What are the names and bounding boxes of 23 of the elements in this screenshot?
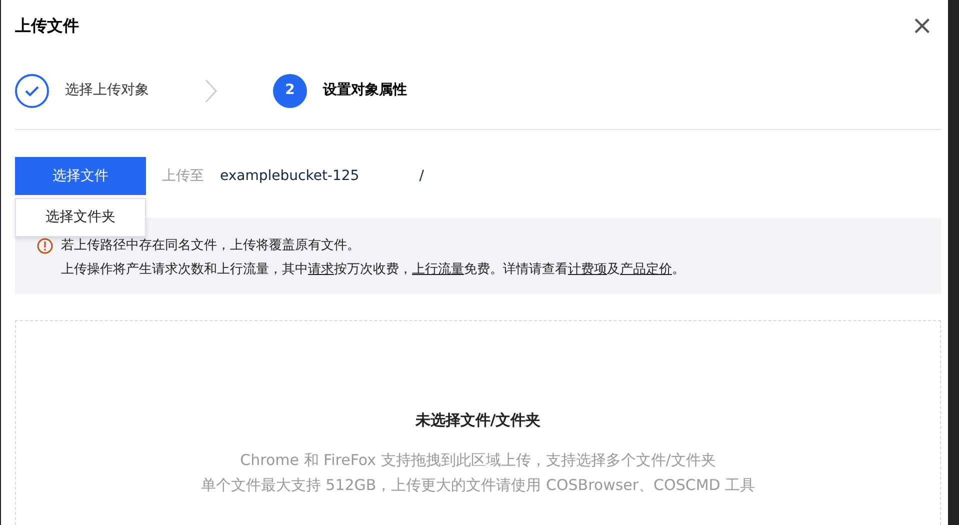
bucket-name: examplebucket-125 bbox=[220, 166, 360, 186]
notice-text: 上传操作将产生请求次数和上行流量，其中请求按万次收费，上行流量免费。详情请查看计费项及产品定价。 bbox=[61, 261, 685, 279]
link[interactable]: 计费项 bbox=[568, 262, 607, 277]
step-label: 设置对象属性 bbox=[323, 81, 407, 100]
dropzone-title: 未选择文件/文件夹 bbox=[414, 410, 542, 431]
step-label: 选择上传对象 bbox=[65, 81, 149, 100]
path-slash: / bbox=[419, 166, 424, 186]
dialog-title: 上传文件 bbox=[15, 15, 79, 37]
hint-text: Chrome 和 FireFox 支持拖拽到此区域上传，支持选择多个文件/文件夹 bbox=[240, 450, 716, 468]
step-number: 2 bbox=[273, 74, 307, 108]
warning-icon bbox=[37, 238, 53, 254]
drop-zone[interactable]: 未选择文件/文件夹 Chrome 和 FireFox 支持拖拽到此区域上传，支持选择多个文件/文件夹 单个文件最大支持 512GB，上传更大的文件请使用 COSBrowser、COSCMD 工具 bbox=[15, 320, 941, 525]
menu-item[interactable]: 选择文件夹 bbox=[16, 199, 145, 236]
link[interactable]: 请求 bbox=[308, 262, 334, 277]
hint-text: 单个文件最大支持 512GB，上传更大的文件请使用 COSBrowser、COSCMD 工具 bbox=[200, 476, 756, 494]
link[interactable]: 上行流量 bbox=[412, 262, 464, 277]
upload-to-label: 上传至 bbox=[162, 166, 204, 186]
chevron-icon bbox=[205, 78, 217, 102]
notice-text: 若上传路径中存在同名文件，上传将覆盖原有文件。 bbox=[61, 237, 361, 255]
link[interactable]: 产品定价 bbox=[620, 262, 672, 277]
select-file-button[interactable]: 选择文件 bbox=[15, 157, 146, 195]
close-button[interactable]: × bbox=[911, 13, 933, 39]
check-icon bbox=[15, 74, 49, 108]
